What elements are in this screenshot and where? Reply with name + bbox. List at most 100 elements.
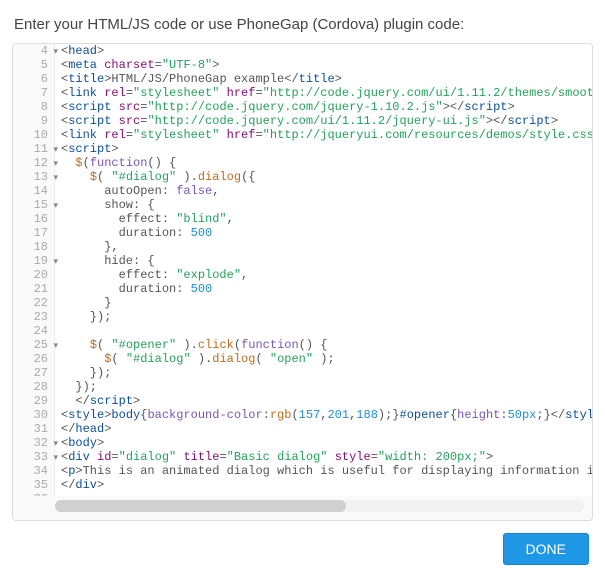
fold-icon[interactable]: ▾ [53,451,58,465]
line-number: 9 [13,114,55,128]
line-number: 17 [13,226,55,240]
fold-icon[interactable]: ▾ [53,171,58,185]
code-line[interactable]: 7<link rel="stylesheet" href="http://cod… [13,86,592,100]
code-line[interactable]: 21 duration: 500 [13,282,592,296]
line-number: 11▾ [13,142,55,156]
code-content[interactable]: effect: "explode", [55,268,592,282]
footer: DONE [12,521,593,573]
code-content[interactable]: autoOpen: false, [55,184,592,198]
code-line[interactable]: 11▾<script> [13,142,592,156]
code-editor[interactable]: 4▾<head>5<meta charset="UTF-8">6<title>H… [13,44,592,496]
done-button[interactable]: DONE [503,533,589,565]
horizontal-scrollbar[interactable] [55,500,584,512]
code-line[interactable]: 12▾ $(function() { [13,156,592,170]
code-content[interactable]: <script> [55,142,592,156]
code-content[interactable]: <title>HTML/JS/PhoneGap example</title> [55,72,592,86]
fold-icon[interactable]: ▾ [53,199,58,213]
code-content[interactable]: <head> [55,44,592,58]
code-line[interactable]: 13▾ $( "#dialog" ).dialog({ [13,170,592,184]
code-content[interactable]: }); [55,380,592,394]
code-line[interactable]: 18 }, [13,240,592,254]
code-line[interactable]: 28 }); [13,380,592,394]
code-line[interactable]: 15▾ show: { [13,198,592,212]
line-number: 7 [13,86,55,100]
code-content[interactable]: <link rel="stylesheet" href="http://jque… [55,128,592,142]
code-line[interactable]: 33▾<div id="dialog" title="Basic dialog"… [13,450,592,464]
code-content[interactable]: }); [55,310,592,324]
line-number: 12▾ [13,156,55,170]
code-content[interactable]: <meta charset="UTF-8"> [55,58,592,72]
code-line[interactable]: 16 effect: "blind", [13,212,592,226]
line-number: 32▾ [13,436,55,450]
fold-icon[interactable]: ▾ [53,339,58,353]
line-number: 34 [13,464,55,478]
code-content[interactable]: hide: { [55,254,592,268]
code-content[interactable]: <div id="dialog" title="Basic dialog" st… [55,450,592,464]
code-line[interactable]: 36 [13,492,592,496]
line-number: 26 [13,352,55,366]
code-content[interactable]: $( "#opener" ).click(function() { [55,338,592,352]
line-number: 28 [13,380,55,394]
code-content[interactable]: $( "#dialog" ).dialog( "open" ); [55,352,592,366]
line-number: 30 [13,408,55,422]
code-content[interactable]: <style>body{background-color:rgb(157,201… [55,408,592,422]
code-content[interactable] [55,324,592,338]
code-content[interactable]: <link rel="stylesheet" href="http://code… [55,86,592,100]
code-content[interactable]: <body> [55,436,592,450]
code-content[interactable]: <script src="http://code.jquery.com/ui/1… [55,114,592,128]
page-title: Enter your HTML/JS code or use PhoneGap … [14,16,593,33]
code-line[interactable]: 22 } [13,296,592,310]
line-number: 24 [13,324,55,338]
code-line[interactable]: 32▾<body> [13,436,592,450]
code-content[interactable]: show: { [55,198,592,212]
scrollbar-thumb[interactable] [55,500,346,512]
code-line[interactable]: 27 }); [13,366,592,380]
code-line[interactable]: 30<style>body{background-color:rgb(157,2… [13,408,592,422]
code-line[interactable]: 25▾ $( "#opener" ).click(function() { [13,338,592,352]
code-line[interactable]: 17 duration: 500 [13,226,592,240]
code-line[interactable]: 29 </script> [13,394,592,408]
code-line[interactable]: 35</div> [13,478,592,492]
line-number: 31 [13,422,55,436]
code-line[interactable]: 10<link rel="stylesheet" href="http://jq… [13,128,592,142]
code-content[interactable]: </script> [55,394,592,408]
code-line[interactable]: 19▾ hide: { [13,254,592,268]
code-line[interactable]: 31</head> [13,422,592,436]
code-line[interactable]: 5<meta charset="UTF-8"> [13,58,592,72]
code-line[interactable]: 14 autoOpen: false, [13,184,592,198]
code-line[interactable]: 24 [13,324,592,338]
code-content[interactable]: </div> [55,478,592,492]
line-number: 33▾ [13,450,55,464]
code-line[interactable]: 26 $( "#dialog" ).dialog( "open" ); [13,352,592,366]
fold-icon[interactable]: ▾ [53,255,58,269]
code-line[interactable]: 4▾<head> [13,44,592,58]
code-content[interactable]: }); [55,366,592,380]
code-content[interactable]: } [55,296,592,310]
code-content[interactable]: <script src="http://code.jquery.com/jque… [55,100,592,114]
code-content[interactable]: effect: "blind", [55,212,592,226]
code-content[interactable]: duration: 500 [55,282,592,296]
code-line[interactable]: 34<p>This is an animated dialog which is… [13,464,592,478]
code-content[interactable]: duration: 500 [55,226,592,240]
code-content[interactable] [55,492,592,496]
line-number: 8 [13,100,55,114]
line-number: 35 [13,478,55,492]
code-content[interactable]: }, [55,240,592,254]
editor-panel: 4▾<head>5<meta charset="UTF-8">6<title>H… [12,43,593,521]
fold-icon[interactable]: ▾ [53,437,58,451]
line-number: 27 [13,366,55,380]
code-line[interactable]: 9<script src="http://code.jquery.com/ui/… [13,114,592,128]
code-line[interactable]: 23 }); [13,310,592,324]
line-number: 10 [13,128,55,142]
code-content[interactable]: $(function() { [55,156,592,170]
code-line[interactable]: 20 effect: "explode", [13,268,592,282]
line-number: 4▾ [13,44,55,58]
fold-icon[interactable]: ▾ [53,157,58,171]
code-content[interactable]: </head> [55,422,592,436]
code-line[interactable]: 8<script src="http://code.jquery.com/jqu… [13,100,592,114]
code-content[interactable]: <p>This is an animated dialog which is u… [55,464,592,478]
fold-icon[interactable]: ▾ [53,45,58,59]
code-line[interactable]: 6<title>HTML/JS/PhoneGap example</title> [13,72,592,86]
fold-icon[interactable]: ▾ [53,143,58,157]
code-content[interactable]: $( "#dialog" ).dialog({ [55,170,592,184]
